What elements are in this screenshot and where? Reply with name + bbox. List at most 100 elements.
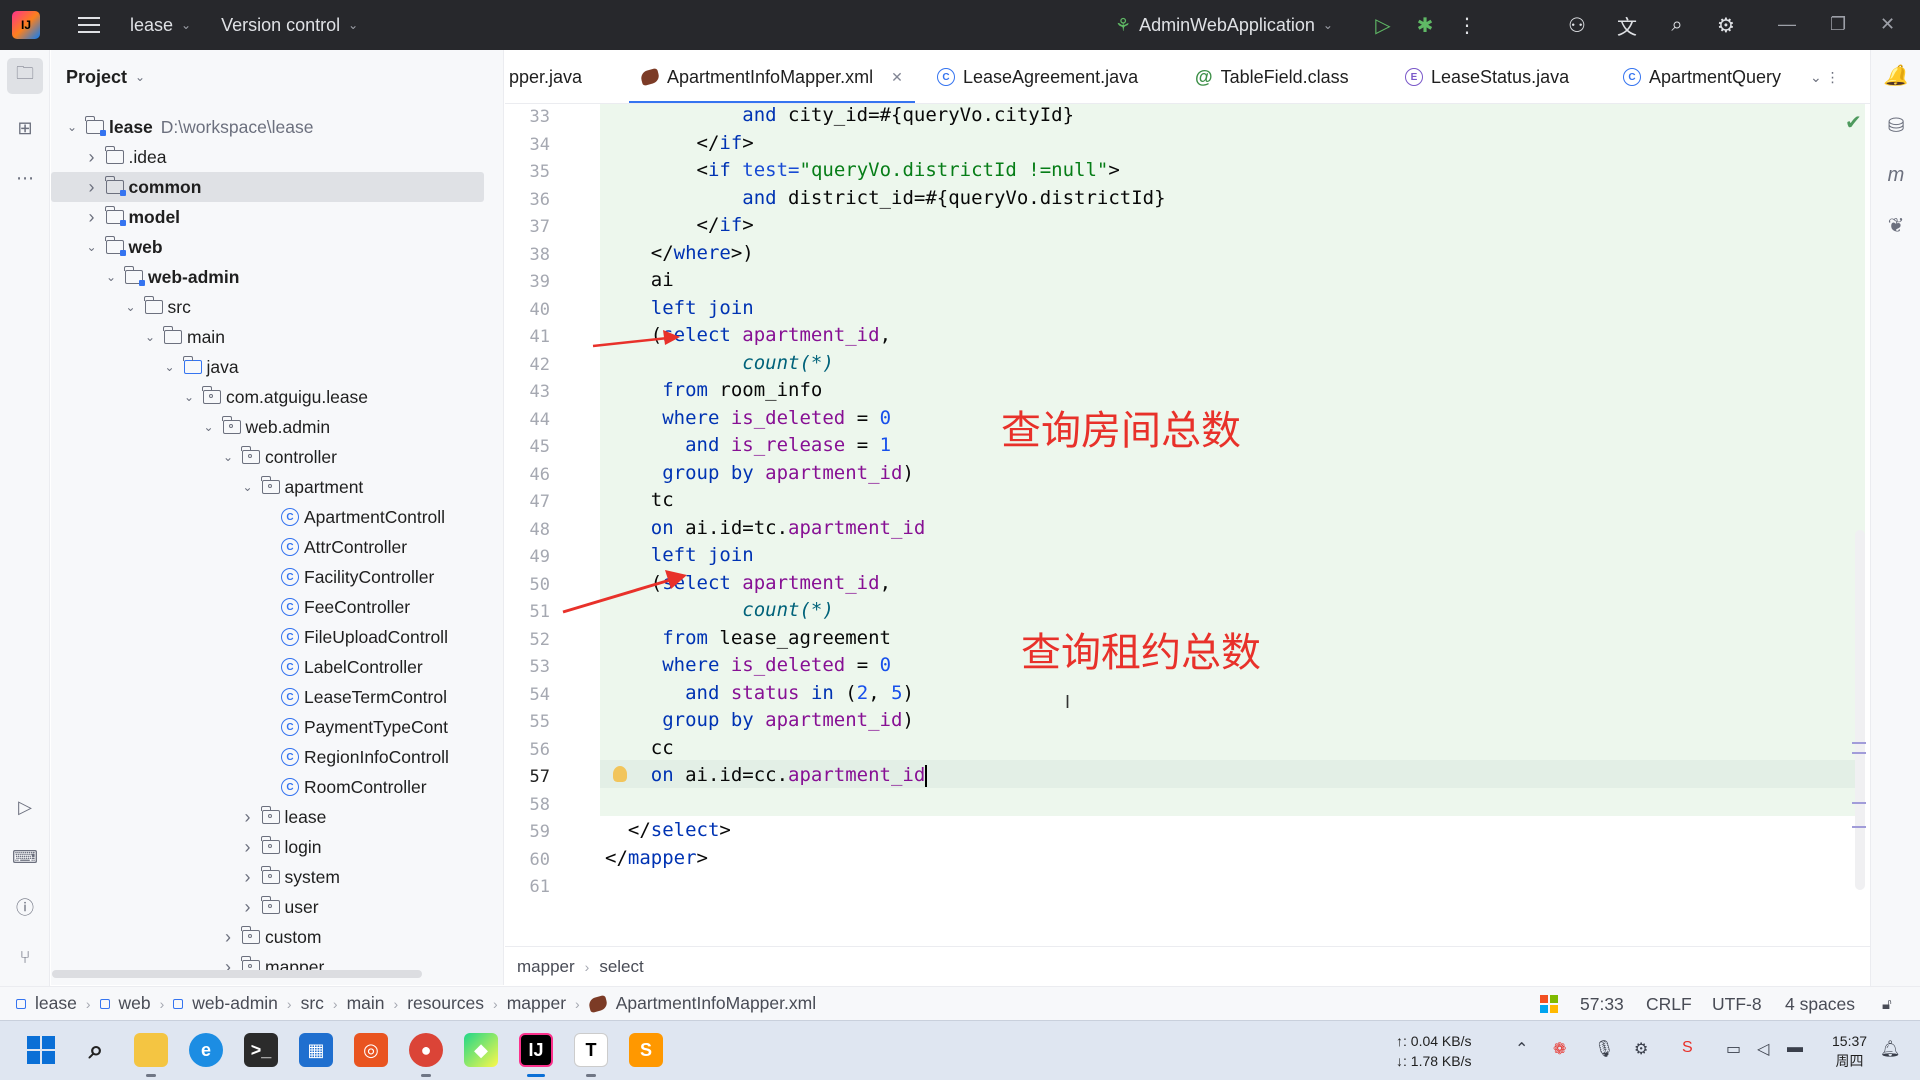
tray-app-icon[interactable]: S	[1682, 1039, 1693, 1057]
status-path-item[interactable]: main	[347, 993, 385, 1014]
tree-item[interactable]: ⌄ main	[51, 322, 503, 352]
translate-icon[interactable]: 文	[1614, 12, 1640, 39]
status-path-item[interactable]: src	[301, 993, 324, 1014]
chevron-down-icon[interactable]: ⌄	[102, 270, 120, 284]
store-icon[interactable]: ▦	[299, 1033, 333, 1067]
code-editor[interactable]: 33 34 35 36 37 38 39 40 41 42 43 44 45 46 47 48 49 50 51 52…	[505, 104, 1870, 946]
close-tab-icon[interactable]: ✕	[891, 69, 903, 86]
tree-item[interactable]: C ApartmentControll	[51, 502, 503, 532]
search-icon[interactable]: ⌕	[1664, 12, 1690, 38]
more-tools-icon[interactable]: ⋯	[12, 165, 38, 191]
settings-icon[interactable]: ⚙	[1713, 12, 1739, 38]
debug-icon[interactable]: ✱	[1412, 12, 1438, 38]
tree-item[interactable]: C AttrController	[51, 532, 503, 562]
sublime-icon[interactable]: S	[629, 1033, 663, 1067]
main-menu-icon[interactable]	[78, 17, 100, 33]
status-path-item[interactable]: resources	[407, 993, 484, 1014]
tab-apartmentinfomapper-xml[interactable]: ApartmentInfoMapper.xml ✕	[629, 50, 915, 103]
chevron-down-icon[interactable]: ⌄	[219, 450, 237, 464]
tree-item[interactable]: ⌄ controller	[51, 442, 503, 472]
chevron-down-icon[interactable]: ⌄	[83, 240, 101, 254]
status-path-item[interactable]: web-admin	[192, 993, 278, 1014]
chevron-down-icon[interactable]: ⌄	[239, 480, 257, 494]
terminal-tool-icon[interactable]: ⌨	[12, 844, 38, 870]
chevron-down-icon[interactable]: ⌄	[180, 390, 198, 404]
chevron-right-icon[interactable]: ›	[239, 807, 257, 828]
file-explorer-icon[interactable]	[134, 1033, 168, 1067]
tray-app-icon[interactable]: ⚙	[1634, 1039, 1648, 1059]
minimize-icon[interactable]: —	[1778, 14, 1796, 35]
services-tool-icon[interactable]: ▷	[12, 794, 38, 820]
microphone-icon[interactable]: 🎙︎	[1594, 1039, 1614, 1059]
tree-item[interactable]: ⌄ web	[51, 232, 503, 262]
chevron-right-icon[interactable]: ›	[239, 837, 257, 858]
project-tool-icon[interactable]: 🗀	[7, 58, 43, 94]
tree-item[interactable]: C FileUploadControll	[51, 622, 503, 652]
run-icon[interactable]: ▷	[1370, 12, 1396, 38]
editor-scrollbar[interactable]	[1855, 530, 1865, 890]
tree-item[interactable]: › system	[51, 862, 503, 892]
file-encoding[interactable]: UTF-8	[1712, 987, 1762, 1021]
tree-item[interactable]: ⌄ web-admin	[51, 262, 503, 292]
structure-tool-icon[interactable]: ⊞	[12, 115, 38, 141]
tree-item[interactable]: › .idea	[51, 142, 503, 172]
tree-item[interactable]: ⌄ src	[51, 292, 503, 322]
tab-mapper-java[interactable]: pper.java	[509, 50, 582, 103]
tree-item[interactable]: › user	[51, 892, 503, 922]
intellij-logo-icon[interactable]: IJ	[12, 11, 40, 39]
volume-icon[interactable]: ◁	[1757, 1039, 1769, 1059]
pycharm-icon[interactable]: ◆	[464, 1033, 498, 1067]
chevron-down-icon[interactable]: ⌄	[63, 120, 81, 134]
search-icon[interactable]: ⌕	[79, 1033, 113, 1067]
chrome-icon[interactable]: ●	[409, 1033, 443, 1067]
chevron-right-icon[interactable]: ›	[239, 867, 257, 888]
chevron-right-icon[interactable]: ›	[83, 177, 101, 198]
chevron-right-icon[interactable]: ›	[83, 147, 101, 168]
tree-item[interactable]: C RoomController	[51, 772, 503, 802]
battery-icon[interactable]: ▬	[1787, 1039, 1803, 1057]
status-path-item[interactable]: mapper	[507, 993, 566, 1014]
tree-item[interactable]: › login	[51, 832, 503, 862]
line-separator[interactable]: CRLF	[1646, 987, 1692, 1021]
tree-item[interactable]: › lease	[51, 802, 503, 832]
breadcrumb-item[interactable]: mapper	[517, 957, 575, 977]
run-configuration-selector[interactable]: ⚘ AdminWebApplication ⌄	[1115, 0, 1333, 50]
more-actions-icon[interactable]: ⋮	[1454, 12, 1480, 38]
tab-apartmentquery[interactable]: C ApartmentQuery	[1623, 50, 1781, 103]
status-path-item[interactable]: ApartmentInfoMapper.xml	[616, 993, 816, 1014]
restore-icon[interactable]: ❐	[1830, 14, 1846, 35]
tab-leasestatus-java[interactable]: E LeaseStatus.java	[1405, 50, 1569, 103]
maven-icon[interactable]: m	[1883, 162, 1909, 188]
tree-item[interactable]: › custom	[51, 922, 503, 952]
vcs-menu[interactable]: Version control ⌄	[221, 15, 358, 36]
indent-setting[interactable]: 4 spaces	[1785, 987, 1855, 1021]
database-icon[interactable]: ⛁	[1883, 112, 1909, 138]
copilot-icon[interactable]: ❦	[1883, 212, 1909, 238]
chevron-right-icon[interactable]: ›	[219, 927, 237, 948]
network-icon[interactable]: ▭	[1726, 1039, 1741, 1059]
ubuntu-icon[interactable]: ◎	[354, 1033, 388, 1067]
tree-item[interactable]: ⌄ java	[51, 352, 503, 382]
chevron-right-icon[interactable]: ›	[83, 207, 101, 228]
terminal-icon[interactable]: >_	[244, 1033, 278, 1067]
tree-item[interactable]: › model	[51, 202, 503, 232]
tree-item[interactable]: C FacilityController	[51, 562, 503, 592]
no-problems-check-icon[interactable]: ✔	[1845, 110, 1862, 135]
project-horizontal-scrollbar[interactable]	[52, 970, 422, 978]
show-hidden-icons-icon[interactable]: ⌃	[1515, 1039, 1528, 1059]
intellij-icon[interactable]: IJ	[519, 1033, 553, 1067]
project-switcher[interactable]: lease ⌄	[130, 15, 191, 36]
chevron-right-icon[interactable]: ›	[239, 897, 257, 918]
breadcrumb-item[interactable]: select	[599, 957, 643, 977]
project-panel-header[interactable]: Project ⌄	[51, 50, 503, 104]
start-icon[interactable]	[24, 1033, 58, 1067]
tree-item[interactable]: ⌄ web.admin	[51, 412, 503, 442]
tab-tablefield-class[interactable]: @ TableField.class	[1195, 50, 1349, 103]
close-icon[interactable]: ✕	[1880, 14, 1895, 35]
tree-item[interactable]: C LeaseTermControl	[51, 682, 503, 712]
tab-list-chevron-icon[interactable]: ⌄ ⋮	[1810, 50, 1840, 103]
chevron-down-icon[interactable]: ⌄	[141, 330, 159, 344]
tree-item[interactable]: C RegionInfoControll	[51, 742, 503, 772]
tree-item[interactable]: ⌄ lease D:\workspace\lease	[51, 112, 503, 142]
status-path-item[interactable]: web	[119, 993, 151, 1014]
